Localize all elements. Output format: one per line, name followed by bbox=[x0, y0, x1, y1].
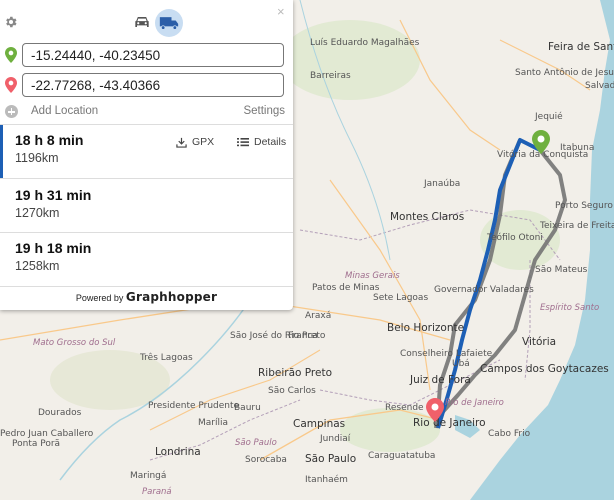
label-sete-lagoas: Sete Lagoas bbox=[373, 293, 428, 303]
label-feira-de-santana: Feira de Santana bbox=[548, 41, 614, 53]
label-marilia: Marília bbox=[198, 418, 228, 428]
label-campos: Campos dos Goytacazes bbox=[480, 363, 609, 375]
details-label: Details bbox=[254, 136, 287, 149]
label-ponta-pora: Ponta Porã bbox=[12, 439, 60, 449]
route-time: 19 h 31 min bbox=[15, 187, 92, 203]
label-londrina: Londrina bbox=[155, 446, 201, 458]
route-option-2[interactable]: 19 h 31 min 1270km bbox=[0, 180, 293, 234]
label-ribeirao-preto: Ribeirão Preto bbox=[258, 367, 332, 379]
gpx-button[interactable]: GPX bbox=[176, 136, 214, 148]
label-presidente-prudente: Presidente Prudente bbox=[148, 401, 240, 411]
add-location-button[interactable]: Add Location bbox=[31, 105, 98, 117]
gpx-label: GPX bbox=[192, 136, 215, 149]
route-distance: 1270km bbox=[15, 206, 60, 220]
label-belo-horizonte: Belo Horizonte bbox=[387, 322, 464, 334]
start-location-input[interactable] bbox=[22, 43, 284, 67]
end-location-row bbox=[0, 73, 293, 99]
label-porto-seguro: Porto Seguro bbox=[555, 201, 613, 211]
label-vitoria: Vitória bbox=[522, 336, 556, 348]
label-bauru: Bauru bbox=[234, 403, 261, 413]
powered-by-text: Powered by bbox=[75, 293, 124, 303]
label-itabuna: Itabuna bbox=[560, 143, 594, 153]
label-sao-paulo-state: São Paulo bbox=[235, 438, 277, 448]
add-location-row: Add Location Settings bbox=[0, 103, 293, 121]
label-santo-antonio: Santo Antônio de Jesus bbox=[515, 67, 614, 78]
label-rio-state: Rio de Janeiro bbox=[445, 398, 504, 408]
label-campinas: Campinas bbox=[293, 418, 345, 430]
end-pin-icon bbox=[5, 77, 17, 93]
start-location-row bbox=[0, 43, 293, 69]
route-distance: 1258km bbox=[15, 259, 60, 273]
label-pedro-juan: Pedro Juan Caballero bbox=[0, 429, 94, 439]
truck-icon bbox=[159, 17, 179, 30]
label-uba: Ubá bbox=[452, 359, 470, 369]
label-resende: Resende bbox=[385, 403, 424, 413]
label-minas-gerais: Minas Gerais bbox=[345, 271, 400, 281]
route-time: 19 h 18 min bbox=[15, 240, 92, 256]
label-conselheiro-lafaiete: Conselheiro Lafaiete bbox=[400, 349, 493, 359]
end-location-input[interactable] bbox=[22, 73, 284, 97]
label-salvador: Salvador bbox=[585, 81, 614, 91]
graphhopper-logo[interactable]: Graphhopper bbox=[126, 290, 217, 304]
close-icon[interactable]: × bbox=[277, 4, 285, 19]
settings-button[interactable]: Settings bbox=[243, 105, 285, 117]
route-time: 18 h 8 min bbox=[15, 132, 84, 148]
label-patos-de-minas: Patos de Minas bbox=[312, 283, 380, 293]
label-teofilo-otoni: Teófilo Otoni bbox=[486, 232, 543, 243]
label-dourados: Dourados bbox=[38, 408, 82, 418]
route-option-1[interactable]: 18 h 8 min 1196km GPX Details bbox=[0, 125, 293, 179]
add-location-icon[interactable] bbox=[5, 105, 18, 118]
label-teixeira: Teixeira de Freitas bbox=[539, 221, 614, 231]
label-montes-claros: Montes Claros bbox=[390, 211, 464, 223]
label-mato-grosso-do-sul: Mato Grosso do Sul bbox=[33, 338, 116, 348]
label-maringa: Maringá bbox=[130, 471, 166, 481]
label-tres-lagoas: Três Lagoas bbox=[139, 352, 193, 363]
label-itanhaem: Itanhaém bbox=[305, 474, 348, 485]
car-icon[interactable] bbox=[132, 12, 152, 32]
label-juiz-de-fora: Juiz de Fora bbox=[409, 374, 471, 386]
label-luis-eduardo: Luís Eduardo Magalhães bbox=[310, 38, 420, 48]
label-sorocaba: Sorocaba bbox=[245, 455, 287, 465]
download-icon bbox=[176, 137, 187, 148]
gear-icon[interactable] bbox=[4, 15, 18, 29]
divider bbox=[0, 286, 293, 287]
forest-area bbox=[340, 408, 440, 452]
label-caraguatatuba: Caraguatatuba bbox=[368, 451, 435, 461]
label-parana: Paraná bbox=[142, 487, 172, 497]
label-cabo-frio: Cabo Frio bbox=[488, 429, 531, 439]
label-governador-valadares: Governador Valadares bbox=[434, 285, 534, 295]
label-sao-paulo: São Paulo bbox=[305, 453, 356, 465]
label-espirito-santo: Espírito Santo bbox=[540, 303, 599, 313]
label-janauba: Janaúba bbox=[423, 179, 460, 189]
label-araxa: Araxá bbox=[305, 311, 331, 321]
label-sao-mateus: São Mateus bbox=[535, 265, 588, 275]
details-button[interactable]: Details bbox=[237, 136, 286, 148]
label-jundiai: Jundiaí bbox=[319, 434, 351, 444]
label-barreiras: Barreiras bbox=[310, 71, 351, 81]
truck-mode-button[interactable] bbox=[155, 9, 183, 37]
route-distance: 1196km bbox=[15, 151, 59, 165]
label-sao-carlos: São Carlos bbox=[268, 386, 316, 396]
list-icon bbox=[237, 138, 249, 147]
label-jequie: Jequié bbox=[534, 111, 563, 122]
divider bbox=[0, 178, 293, 179]
route-option-3[interactable]: 19 h 18 min 1258km bbox=[0, 233, 293, 287]
forest-area bbox=[280, 20, 420, 100]
powered-by: Powered by Graphhopper bbox=[0, 290, 293, 304]
label-rio-de-janeiro: Rio de Janeiro bbox=[413, 417, 486, 429]
routing-panel: × Add Location Settings 18 h 8 bbox=[0, 0, 293, 310]
start-pin-icon bbox=[5, 47, 17, 63]
label-franca: Franca bbox=[288, 331, 318, 341]
